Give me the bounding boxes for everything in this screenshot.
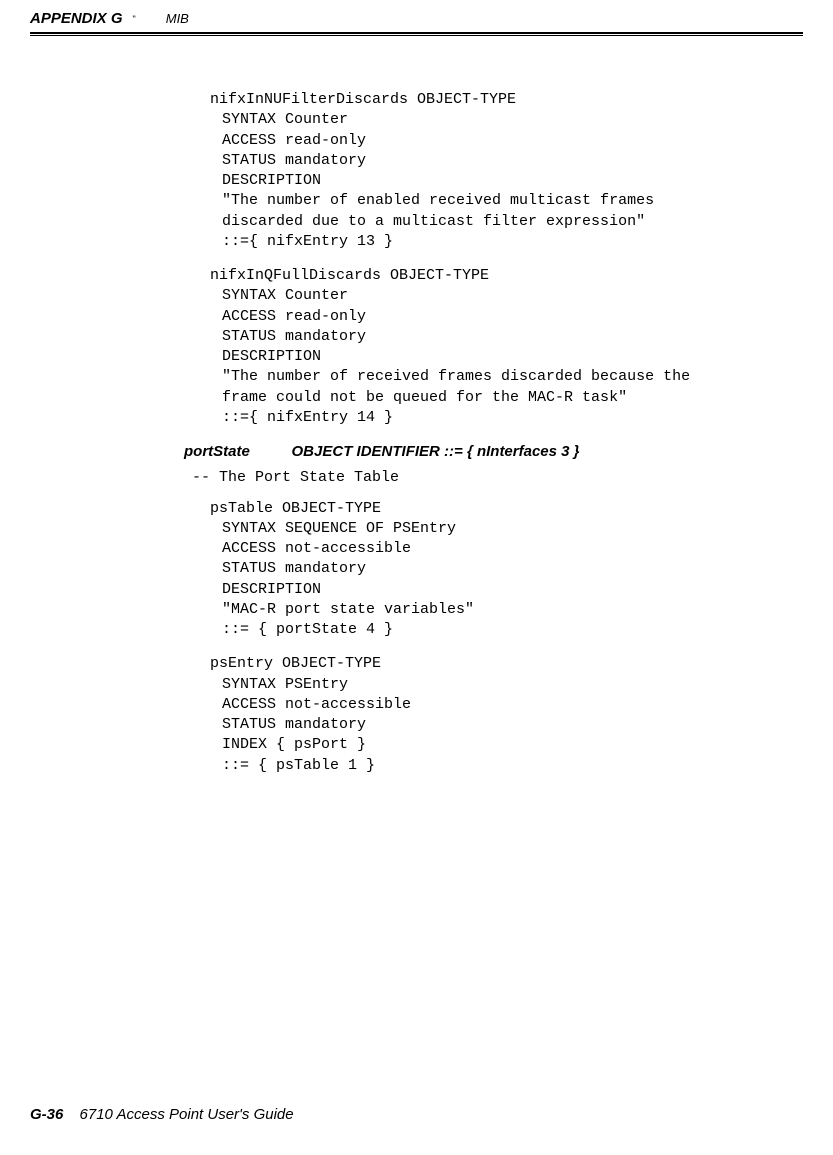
- appendix-label: APPENDIX G: [30, 10, 123, 27]
- page-footer: G-36 6710 Access Point User's Guide: [30, 1106, 294, 1123]
- code-line: psTable OBJECT-TYPE: [210, 499, 793, 519]
- code-line: nifxInQFullDiscards OBJECT-TYPE: [210, 266, 793, 286]
- code-line: STATUS mandatory: [210, 559, 793, 579]
- code-line: SYNTAX SEQUENCE OF PSEntry: [210, 519, 793, 539]
- header-bullet: ": [127, 14, 142, 24]
- code-line: ACCESS not-accessible: [210, 695, 793, 715]
- footer-title: 6710 Access Point User's Guide: [80, 1106, 294, 1123]
- code-line: INDEX { psPort }: [210, 735, 793, 755]
- code-line: SYNTAX Counter: [210, 286, 793, 306]
- code-line: SYNTAX Counter: [210, 110, 793, 130]
- portstate-heading: portState OBJECT IDENTIFIER ::= { nInter…: [184, 442, 793, 462]
- header-rule-bottom: [30, 35, 803, 36]
- code-line: ACCESS read-only: [210, 307, 793, 327]
- page-header: APPENDIX G " MIB: [30, 10, 803, 36]
- object-block-psTable: psTable OBJECT-TYPE SYNTAX SEQUENCE OF P…: [210, 499, 793, 641]
- code-line: STATUS mandatory: [210, 151, 793, 171]
- header-sub: MIB: [166, 11, 189, 26]
- code-line: ACCESS not-accessible: [210, 539, 793, 559]
- code-line: ::={ nifxEntry 13 }: [210, 232, 793, 252]
- code-line: "The number of enabled received multicas…: [210, 191, 793, 211]
- port-state-comment: -- The Port State Table: [192, 468, 793, 488]
- code-line: STATUS mandatory: [210, 715, 793, 735]
- code-line: ACCESS read-only: [210, 131, 793, 151]
- code-line: DESCRIPTION: [210, 171, 793, 191]
- code-line: SYNTAX PSEntry: [210, 675, 793, 695]
- code-line: frame could not be queued for the MAC-R …: [210, 388, 793, 408]
- code-line: nifxInNUFilterDiscards OBJECT-TYPE: [210, 90, 793, 110]
- object-block-nifxInNUFilterDiscards: nifxInNUFilterDiscards OBJECT-TYPE SYNTA…: [210, 90, 793, 252]
- code-line: ::={ nifxEntry 14 }: [210, 408, 793, 428]
- mib-content: nifxInNUFilterDiscards OBJECT-TYPE SYNTA…: [210, 90, 793, 790]
- code-line: DESCRIPTION: [210, 347, 793, 367]
- code-line: ::= { portState 4 }: [210, 620, 793, 640]
- code-line: STATUS mandatory: [210, 327, 793, 347]
- object-block-psEntry: psEntry OBJECT-TYPE SYNTAX PSEntry ACCES…: [210, 654, 793, 776]
- code-line: "The number of received frames discarded…: [210, 367, 793, 387]
- code-line: DESCRIPTION: [210, 580, 793, 600]
- code-line: discarded due to a multicast filter expr…: [210, 212, 793, 232]
- object-block-nifxInQFullDiscards: nifxInQFullDiscards OBJECT-TYPE SYNTAX C…: [210, 266, 793, 428]
- header-rule-top: [30, 32, 803, 34]
- code-line: psEntry OBJECT-TYPE: [210, 654, 793, 674]
- page-number: G-36: [30, 1106, 63, 1123]
- code-line: ::= { psTable 1 }: [210, 756, 793, 776]
- code-line: "MAC-R port state variables": [210, 600, 793, 620]
